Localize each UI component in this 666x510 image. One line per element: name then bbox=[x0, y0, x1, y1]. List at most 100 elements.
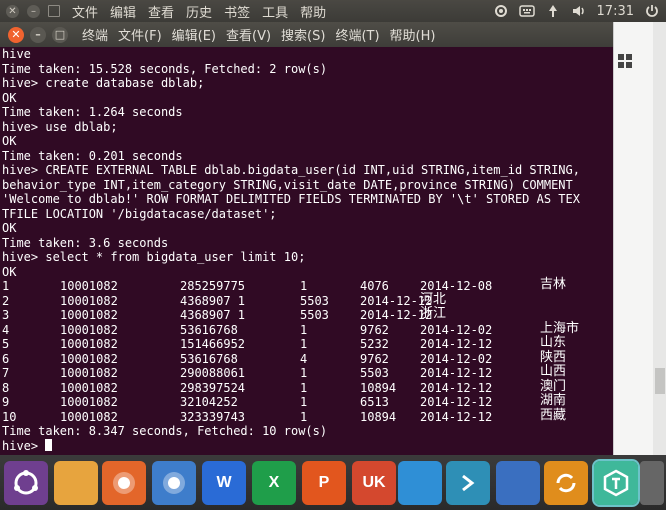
launcher-dock: W X P UK bbox=[0, 455, 666, 510]
clock[interactable]: 17:31 bbox=[597, 4, 634, 19]
result-cell: 1 bbox=[300, 395, 308, 409]
top-panel: ✕ – 文件 编辑 查看 历史 书签 工具 帮助 17:31 bbox=[0, 0, 666, 22]
result-cell: 2014-12-02 bbox=[420, 351, 493, 366]
terminal-output[interactable]: hive Time taken: 15.528 seconds, Fetched:… bbox=[2, 47, 613, 455]
result-cell: 10001082 bbox=[60, 380, 118, 395]
chromium-icon[interactable] bbox=[152, 461, 196, 505]
terminal-launcher-icon[interactable] bbox=[446, 461, 490, 505]
terminal-menu-file[interactable]: 文件(F) bbox=[118, 25, 162, 44]
terminal-app-name: 终端 bbox=[82, 29, 109, 44]
result-row: 1 10001082 285259775 1 4076 2014-12-08 吉林 bbox=[2, 277, 613, 294]
firefox-icon[interactable] bbox=[102, 461, 146, 505]
menu-history[interactable]: 历史 bbox=[186, 2, 212, 21]
ubuntu-software-icon[interactable]: UK bbox=[352, 461, 396, 505]
result-row: 7 10001082 290088061 1 5503 2014-12-12 山西 bbox=[2, 364, 613, 381]
terminal-titlebar: ✕ – □ 终端 文件(F) 编辑(E) 查看(V) 搜索(S) 终端(T) 帮… bbox=[0, 22, 613, 47]
ubuntu-dash-icon[interactable] bbox=[4, 461, 48, 505]
result-cell: 10001082 bbox=[60, 337, 118, 351]
remmina-icon[interactable] bbox=[398, 461, 442, 505]
terminal-line: OK bbox=[2, 134, 17, 148]
terminal-prompt-line[interactable]: hive> bbox=[2, 438, 613, 454]
terminal-line: Time taken: 15.528 seconds, Fetched: 2 r… bbox=[2, 61, 328, 76]
result-cell: 10001082 bbox=[60, 351, 118, 366]
result-cell: 4076 bbox=[360, 279, 389, 293]
indicator-area: 17:31 bbox=[493, 0, 660, 22]
result-cell: 5 bbox=[2, 337, 10, 351]
trash-icon[interactable] bbox=[640, 461, 664, 505]
grid-icon[interactable] bbox=[618, 54, 632, 68]
software-updater-icon[interactable] bbox=[544, 461, 588, 505]
terminal-line: hive> create database dblab; bbox=[2, 76, 205, 90]
network-icon[interactable] bbox=[545, 3, 561, 19]
result-cell: 32104252 bbox=[180, 395, 238, 409]
result-cell: 2014-12-02 bbox=[420, 322, 493, 337]
files-icon[interactable] bbox=[54, 461, 98, 505]
input-method-icon[interactable] bbox=[518, 3, 535, 19]
result-cell: 8 bbox=[2, 380, 10, 395]
result-cell: 5503 bbox=[360, 366, 389, 380]
result-cell: 4 bbox=[2, 322, 10, 337]
terminal-menu-edit[interactable]: 编辑(E) bbox=[172, 25, 216, 44]
terminal-line: hive bbox=[2, 47, 31, 61]
result-cell: 7 bbox=[2, 366, 10, 380]
result-cell: 5503 bbox=[300, 308, 329, 322]
wps-presentation-icon[interactable]: P bbox=[302, 461, 346, 505]
result-cell: 2014-12-12 bbox=[420, 366, 493, 380]
result-cell: 1 bbox=[300, 380, 308, 395]
terminal-menu-search[interactable]: 搜索(S) bbox=[281, 25, 325, 44]
menu-bookmarks[interactable]: 书签 bbox=[224, 2, 250, 21]
result-cell: 1 bbox=[2, 279, 10, 293]
result-row: 6 10001082 53616768 4 9762 2014-12-02 陕西 bbox=[2, 349, 613, 367]
menu-help[interactable]: 帮助 bbox=[300, 2, 326, 21]
terminal-window: ✕ – □ 终端 文件(F) 编辑(E) 查看(V) 搜索(S) 终端(T) 帮… bbox=[0, 22, 613, 455]
result-row: 8 10001082 298397524 1 10894 2014-12-12 澳门 bbox=[2, 379, 613, 396]
power-icon[interactable] bbox=[644, 3, 660, 19]
terminal-menu-view[interactable]: 查看(V) bbox=[226, 25, 271, 44]
result-cell: 1 bbox=[300, 366, 308, 380]
terminal-line: hive> select * from bigdata_user limit 1… bbox=[2, 250, 306, 264]
terminal-menu-terminal[interactable]: 终端(T) bbox=[335, 25, 379, 44]
result-cell: 山东 bbox=[540, 335, 567, 350]
result-cell: 山西 bbox=[540, 364, 567, 379]
result-cell: 298397524 bbox=[180, 380, 246, 395]
result-row: 3 10001082 4368907 1 5503 2014-12-12 浙江 bbox=[2, 306, 613, 323]
wps-spreadsheet-icon[interactable]: X bbox=[252, 461, 296, 505]
result-cell: 1 bbox=[300, 409, 308, 424]
result-cell: 5503 bbox=[300, 293, 329, 308]
result-cell: 陕西 bbox=[540, 349, 567, 365]
result-row: 10 10001082 323339743 1 10894 2014-12-12 西藏 bbox=[2, 408, 613, 425]
menu-view[interactable]: 查看 bbox=[148, 2, 174, 21]
result-cell: 10 bbox=[2, 409, 17, 424]
result-cell: 2014-12-12 bbox=[420, 380, 493, 395]
result-cell: 1 bbox=[300, 279, 308, 293]
minimize-icon[interactable]: – bbox=[30, 26, 46, 43]
maximize-icon[interactable]: □ bbox=[52, 26, 68, 43]
background-editor-window[interactable] bbox=[613, 22, 666, 455]
terminal-menu-help[interactable]: 帮助(H) bbox=[390, 25, 436, 44]
result-cell: 151466952 bbox=[180, 337, 246, 351]
result-cell: 285259775 bbox=[180, 279, 246, 293]
workspaces-icon[interactable] bbox=[496, 461, 540, 505]
minimize-icon[interactable]: – bbox=[27, 4, 40, 18]
close-icon[interactable]: ✕ bbox=[6, 4, 19, 18]
scrollbar-track[interactable] bbox=[653, 22, 666, 455]
result-cell: 4368907 1 bbox=[180, 308, 246, 322]
menu-file[interactable]: 文件 bbox=[72, 2, 98, 21]
terminal-line: OK bbox=[2, 221, 17, 235]
volume-icon[interactable] bbox=[571, 3, 587, 19]
alternate-app-icon[interactable] bbox=[592, 459, 640, 507]
result-cell: 9762 bbox=[360, 322, 389, 337]
wps-writer-icon[interactable]: W bbox=[202, 461, 246, 505]
scrollbar-thumb[interactable] bbox=[655, 368, 665, 394]
maximize-icon[interactable] bbox=[48, 5, 60, 17]
result-cell: 6 bbox=[2, 351, 10, 366]
menu-tools[interactable]: 工具 bbox=[262, 2, 288, 21]
system-settings-icon[interactable] bbox=[493, 3, 509, 19]
result-cell: 9 bbox=[2, 395, 10, 409]
result-cell: 2 bbox=[2, 293, 10, 308]
close-icon[interactable]: ✕ bbox=[8, 26, 24, 43]
menu-edit[interactable]: 编辑 bbox=[110, 2, 136, 21]
result-cell: 5232 bbox=[360, 337, 389, 351]
terminal-line: hive> CREATE EXTERNAL TABLE dblab.bigdat… bbox=[2, 163, 580, 177]
terminal-menu-bar: 终端 文件(F) 编辑(E) 查看(V) 搜索(S) 终端(T) 帮助(H) bbox=[82, 25, 435, 44]
